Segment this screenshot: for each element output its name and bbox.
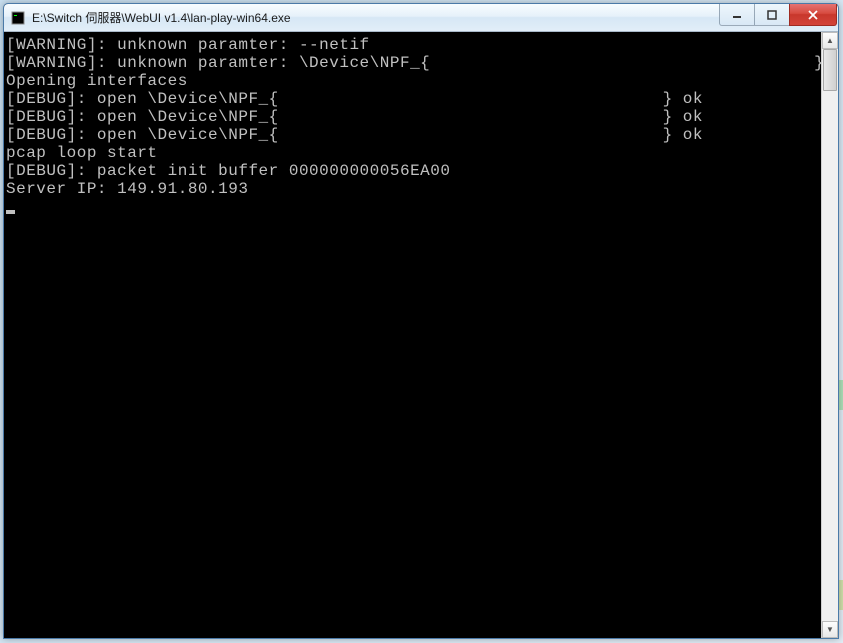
console-window: E:\Switch 伺服器\WebUI v1.4\lan-play-win64.… [3,3,839,639]
maximize-button[interactable] [754,4,790,26]
scroll-up-arrow[interactable]: ▲ [822,32,838,49]
cursor [6,210,15,214]
console-line: [DEBUG]: open \Device\NPF_{ } ok [6,108,819,126]
scroll-track[interactable] [822,49,838,621]
console-cursor-line [6,198,819,216]
console-line: [WARNING]: unknown paramter: \Device\NPF… [6,54,819,72]
console-line: [DEBUG]: packet init buffer 000000000056… [6,162,819,180]
console-line: Opening interfaces [6,72,819,90]
titlebar[interactable]: E:\Switch 伺服器\WebUI v1.4\lan-play-win64.… [4,4,838,32]
console-line: [WARNING]: unknown paramter: --netif [6,36,819,54]
scroll-thumb[interactable] [823,49,837,91]
console-output: [WARNING]: unknown paramter: --netif[WAR… [4,32,821,638]
app-icon [10,10,26,26]
window-title: E:\Switch 伺服器\WebUI v1.4\lan-play-win64.… [32,9,720,26]
close-button[interactable] [789,4,837,26]
client-area: [WARNING]: unknown paramter: --netif[WAR… [4,32,838,638]
window-controls [720,4,838,31]
console-line: pcap loop start [6,144,819,162]
console-line: [DEBUG]: open \Device\NPF_{ } ok [6,90,819,108]
vertical-scrollbar[interactable]: ▲ ▼ [821,32,838,638]
minimize-button[interactable] [719,4,755,26]
scroll-down-arrow[interactable]: ▼ [822,621,838,638]
console-line: Server IP: 149.91.80.193 [6,180,819,198]
console-line: [DEBUG]: open \Device\NPF_{ } ok [6,126,819,144]
